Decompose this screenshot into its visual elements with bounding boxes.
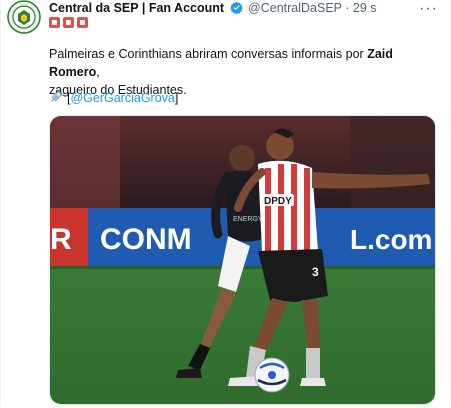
tweet-header: Central da SEP | Fan Account @CentralDaS…: [49, 1, 377, 17]
credit-mention-link[interactable]: @GerGarciaGrova: [70, 91, 174, 105]
banner-main-text: CONM: [100, 223, 192, 256]
banner-left-text: R: [50, 223, 72, 256]
syringe-icon: [49, 89, 64, 108]
tweet-text-part1: Palmeiras e Corinthians abriram conversa…: [49, 47, 368, 61]
sponsor-text: DPDY: [264, 196, 292, 207]
football-icon: [254, 357, 290, 393]
more-options-icon[interactable]: ···: [419, 0, 438, 18]
avatar[interactable]: [7, 0, 41, 34]
shorts-number: 3: [312, 265, 319, 279]
handle[interactable]: @CentralDaSEP: [248, 1, 342, 15]
photo-credit: [@GerGarciaGrova]: [49, 89, 179, 108]
dark-shirt-text: ENERGY: [233, 216, 263, 223]
timestamp[interactable]: 29 s: [353, 1, 377, 15]
tweet-photo[interactable]: R CONM L.com ENERGY DPDY 3: [49, 115, 436, 405]
banner-right-text: L.com: [350, 224, 432, 255]
display-name[interactable]: Central da SEP | Fan Account: [49, 1, 224, 15]
tweet-card[interactable]: Central da SEP | Fan Account @CentralDaS…: [0, 0, 451, 406]
tweet-text-part2: ,: [96, 65, 100, 79]
match-photo-image: R CONM L.com ENERGY DPDY 3: [50, 116, 435, 404]
separator-dot: ·: [345, 1, 350, 15]
red-flag-icon: [63, 17, 74, 28]
verified-badge-icon: [229, 1, 243, 17]
club-crest-icon: [7, 0, 41, 34]
red-flag-icon: [77, 17, 88, 28]
red-flag-icon: [49, 17, 60, 28]
credit-close-bracket: ]: [174, 91, 179, 105]
display-name-emoji: [49, 17, 88, 28]
